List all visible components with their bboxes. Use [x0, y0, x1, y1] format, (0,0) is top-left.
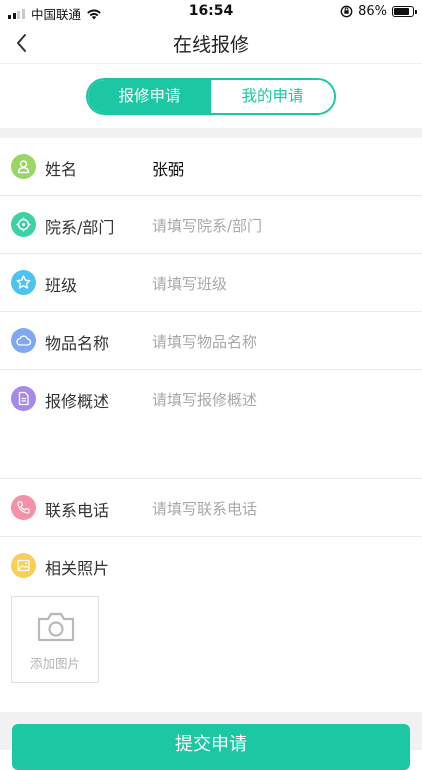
form-row-phone[interactable]: 联系电话 请填写联系电话: [0, 479, 422, 537]
name-label: 姓名: [45, 160, 78, 179]
camera-icon: [37, 612, 75, 642]
class-input[interactable]: 请填写班级: [152, 273, 227, 294]
phone-icon: [11, 495, 36, 520]
form-row-item-name[interactable]: 物品名称 请填写物品名称: [0, 312, 422, 370]
star-icon: [11, 270, 36, 295]
battery-icon: [392, 6, 417, 17]
phone-label: 联系电话: [45, 501, 110, 520]
battery-fill: [394, 8, 410, 15]
segmented-tabs: 报修申请 我的申请: [86, 78, 336, 115]
add-photo-button[interactable]: 添加图片: [11, 596, 99, 683]
add-photo-label: 添加图片: [29, 656, 80, 671]
orientation-lock-icon: [340, 5, 353, 18]
form-row-name[interactable]: 姓名 张弼: [0, 138, 422, 196]
class-label: 班级: [45, 276, 78, 295]
section-divider: [0, 128, 422, 138]
department-label: 院系/部门: [45, 218, 115, 237]
tab-repair-request[interactable]: 报修申请: [88, 80, 211, 113]
user-icon: [11, 154, 36, 179]
form-row-department[interactable]: 院系/部门 请填写院系/部门: [0, 196, 422, 254]
submit-button[interactable]: 提交申请: [12, 724, 410, 770]
image-icon: [11, 553, 36, 578]
name-value[interactable]: 张弼: [152, 156, 184, 180]
item-name-input[interactable]: 请填写物品名称: [152, 331, 257, 352]
nav-bar: 在线报修: [0, 24, 422, 64]
battery-percent: 86%: [358, 4, 387, 19]
status-right: 86%: [340, 4, 417, 19]
form-row-photos: 相关照片: [0, 537, 422, 595]
item-name-label: 物品名称: [45, 334, 110, 353]
form-row-class[interactable]: 班级 请填写班级: [0, 254, 422, 312]
department-input[interactable]: 请填写院系/部门: [152, 215, 262, 236]
crosshair-icon: [11, 212, 36, 237]
description-label: 报修概述: [45, 392, 110, 411]
tab-my-requests[interactable]: 我的申请: [211, 80, 334, 113]
phone-input[interactable]: 请填写联系电话: [152, 498, 257, 519]
description-textarea[interactable]: 请填写报修概述: [152, 389, 257, 410]
form-row-description[interactable]: 报修概述 请填写报修概述: [0, 370, 422, 479]
status-bar: 中国联通 16:54 86%: [0, 0, 422, 24]
photos-label: 相关照片: [45, 559, 110, 578]
document-icon: [11, 386, 36, 411]
cloud-icon: [11, 328, 36, 353]
page-title: 在线报修: [172, 34, 249, 56]
